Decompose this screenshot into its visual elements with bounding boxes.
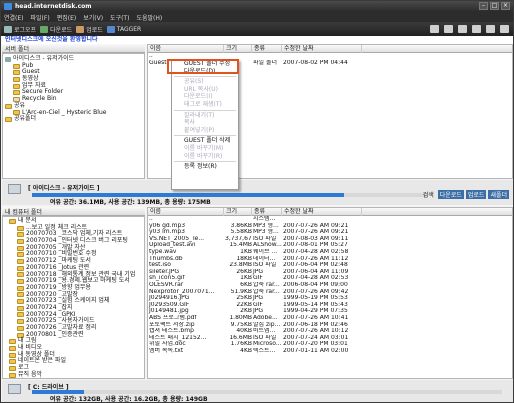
table-row[interactable]: 멤버 목록.txt 4KB 텍스트... 2007-01-11 AM 02:00	[148, 348, 512, 355]
app-icon	[4, 3, 12, 10]
search-button[interactable]: 검색	[421, 190, 436, 199]
table-row[interactable]: Nexprotor_2007071... 51.9KB 압축 rar... 2007-…	[148, 289, 512, 296]
menu-separator	[174, 109, 236, 111]
col-date[interactable]: 수정한 날짜	[282, 45, 362, 53]
table-row[interactable]: 캡쳐 테스트.bmp 40KB 비트맵... 2007-07-26 AM 10:12	[148, 328, 512, 335]
highlight-box	[167, 59, 239, 74]
menu-connect[interactable]: 연결(E)	[4, 13, 24, 22]
menu-edit[interactable]: 편집(E)	[57, 13, 77, 22]
col-date[interactable]: 수정한 날짜	[282, 208, 362, 216]
server-folder-header: 서버 폴더	[2, 44, 145, 53]
table-row[interactable]: J0149481.jpg 2KB JPG 1999-04-29 PM 07:35	[148, 308, 512, 315]
copy-icon[interactable]	[444, 25, 453, 33]
context-menu-item: 태그로 재생(T)	[184, 100, 222, 108]
menu-bar: 연결(E) 파일(F) 편집(E) 보기(V) 도구(T) 도움말(H)	[1, 12, 513, 22]
logoff-button[interactable]: 로그오프	[4, 25, 36, 34]
menu-tools[interactable]: 도구(T)	[110, 13, 129, 22]
context-menu-item: 복사	[184, 119, 196, 127]
context-menu-item: 다운로드(I)	[184, 93, 213, 101]
col-type[interactable]: 종류	[252, 208, 282, 216]
upload-icon	[76, 25, 85, 33]
col-name[interactable]: 이름	[148, 208, 224, 216]
download-button[interactable]: 다운로드	[40, 25, 72, 34]
minimize-button[interactable]: –	[479, 2, 488, 10]
context-menu: GUEST 폴더 수정 다운로드(D) 공유(S) URL 복사(U) 다운로드(I) 태…	[171, 59, 239, 190]
context-menu-item[interactable]: 등록 정보(R)	[172, 163, 238, 171]
context-menu-item: 공유(S)	[184, 78, 204, 86]
col-name[interactable]: 이름	[148, 45, 224, 53]
app-window: head.internetdisk.com – □ × 연결(E) 파일(F) …	[0, 0, 514, 403]
server-status-title: [ 아이디스크 - 유저가이드 ]	[28, 185, 100, 192]
window-title: head.internetdisk.com	[15, 3, 92, 10]
tagger-button[interactable]: TAGGER	[106, 25, 141, 33]
table-row[interactable]: sileter.JPG 26KB JPG 2007-06-04 AM 11:09	[148, 269, 512, 276]
delete-icon[interactable]	[472, 25, 481, 33]
settings-icon[interactable]	[500, 25, 509, 33]
logoff-icon	[4, 25, 12, 33]
welcome-banner: 인터넷디스크에 오신것을 환영합니다	[1, 36, 513, 44]
tree-item[interactable]: Recycle Bin	[5, 95, 142, 103]
table-row[interactable]: VS.NET_2005_Te...3,737,67...ISO 파일2007-0…	[148, 236, 512, 243]
table-row[interactable]: sh_icon5.gif 1KB GIF 2007-04-28 AM 02:53	[148, 275, 512, 282]
table-row[interactable]: .. 시스템...	[148, 216, 512, 223]
close-button[interactable]: ×	[501, 2, 510, 10]
menu-separator	[174, 76, 236, 78]
drive-icon	[8, 184, 21, 194]
menu-file[interactable]: 파일(F)	[31, 13, 50, 22]
table-row[interactable]: test.iso 23.8MB ISO 파일 2007-06-04 PM 02:48	[148, 262, 512, 269]
server-download-button[interactable]: 다운로드	[437, 190, 464, 199]
folder-icon[interactable]	[430, 25, 439, 33]
menu-help[interactable]: 도움말(H)	[136, 13, 162, 22]
local-tree: 내 문서 ...보고 일정 체크 리스트 20070703 _코스닥 업체,기자 리…	[2, 216, 145, 379]
col-type[interactable]: 종류	[252, 45, 282, 53]
local-file-list: 이름 크기 종류 수정한 날짜 .. 시스템... y06 gd.mp3 3.86KB…	[147, 207, 513, 379]
paste-icon[interactable]	[458, 25, 467, 33]
local-status: [ C: 드라이브 ] 여유 공간: 132GB, 사용 공간: 16.2GB,…	[2, 380, 513, 403]
tree-item[interactable]: 업무적 자료	[18, 378, 48, 379]
table-row[interactable]: 포토팩트 저장.zip 9.75KB 알집 zip... 2007-06-18 PM …	[148, 322, 512, 329]
title-bar: head.internetdisk.com – □ ×	[1, 1, 513, 12]
table-row[interactable]: type.wav 1KB 웨이브 ... 2007-04-28 AM 02:58	[148, 249, 512, 256]
local-status-line: 여유 공간: 132GB, 사용 공간: 16.2GB, 총 용량: 149GB	[50, 396, 208, 403]
server-tree: 아이디스크 - 유저가이드 Pub Guest 동영상 업무 자료 Secure…	[2, 53, 145, 179]
context-menu-item: 이름 바꾸기(M)	[184, 144, 224, 152]
view-icon[interactable]	[486, 25, 495, 33]
menu-view[interactable]: 보기(V)	[83, 13, 103, 22]
table-row[interactable]: y06 gd.mp3 3.86KB MP3 형... 2007-07-26 AM 09…	[148, 223, 512, 230]
context-menu-item[interactable]: GUEST 폴더 삭제	[172, 137, 238, 145]
download-icon	[40, 25, 49, 33]
drive-icon	[8, 384, 21, 394]
tagger-icon	[106, 25, 115, 33]
context-menu-item: 잘라내기(T)	[184, 111, 215, 119]
table-row[interactable]: Upload_test.avi 15.4MB ALShow... 2007-08-01…	[148, 242, 512, 249]
table-row[interactable]: OLESVR.rar 6KB 압축 rar... 2006-08-04 PM 09:0…	[148, 282, 512, 289]
table-row[interactable]: y03 lm.mp3 5.58KB MP3 형... 2007-07-26 AM 09…	[148, 229, 512, 236]
menu-separator	[174, 161, 236, 163]
table-row[interactable]: 위필 사업.doc 1.76KB Microso... 2007-07-20 PM 0…	[148, 341, 512, 348]
col-size[interactable]: 크기	[224, 208, 252, 216]
upload-button[interactable]: 업로드	[76, 25, 103, 34]
local-folder-header: 내 컴퓨터 폴더	[2, 207, 145, 216]
new-folder-button[interactable]: 새폴더	[488, 190, 509, 199]
tree-item[interactable]: 공유폴더	[5, 115, 142, 123]
col-size[interactable]: 크기	[224, 45, 252, 53]
table-row[interactable]: J0293509.GIF 22KB GIF 1999-05-14 PM 05:43	[148, 302, 512, 309]
table-row[interactable]: Thumbs.db 18KB 데이터... 2007-07-26 AM 11:12	[148, 256, 512, 263]
table-row[interactable]: ABS 프로그램.pdf 1.80MB Adobe... 2007-07-26 AM …	[148, 315, 512, 322]
maximize-button[interactable]: □	[490, 2, 499, 10]
context-menu-item: 이름 바꾸기(R)	[184, 152, 223, 160]
server-upload-button[interactable]: 업로드	[465, 190, 487, 199]
toolbar: 로그오프 다운로드 업로드 TAGGER	[1, 22, 513, 36]
server-status: [ 아이디스크 - 유저가이드 ] 여유 공간: 36.1MB, 사용 공간: …	[2, 180, 513, 206]
table-row[interactable]: 테스트 패치_12152... 16.6MB ISO 파일 2007-07-24 AM…	[148, 335, 512, 342]
server-status-line: 여유 공간: 36.1MB, 사용 공간: 139MB, 총 용량: 175MB	[50, 199, 211, 206]
table-row[interactable]: J0294916.JPG 25KB JPG 1999-05-19 PM 05:53	[148, 295, 512, 302]
context-menu-item: 붙여넣기(P)	[184, 126, 215, 134]
